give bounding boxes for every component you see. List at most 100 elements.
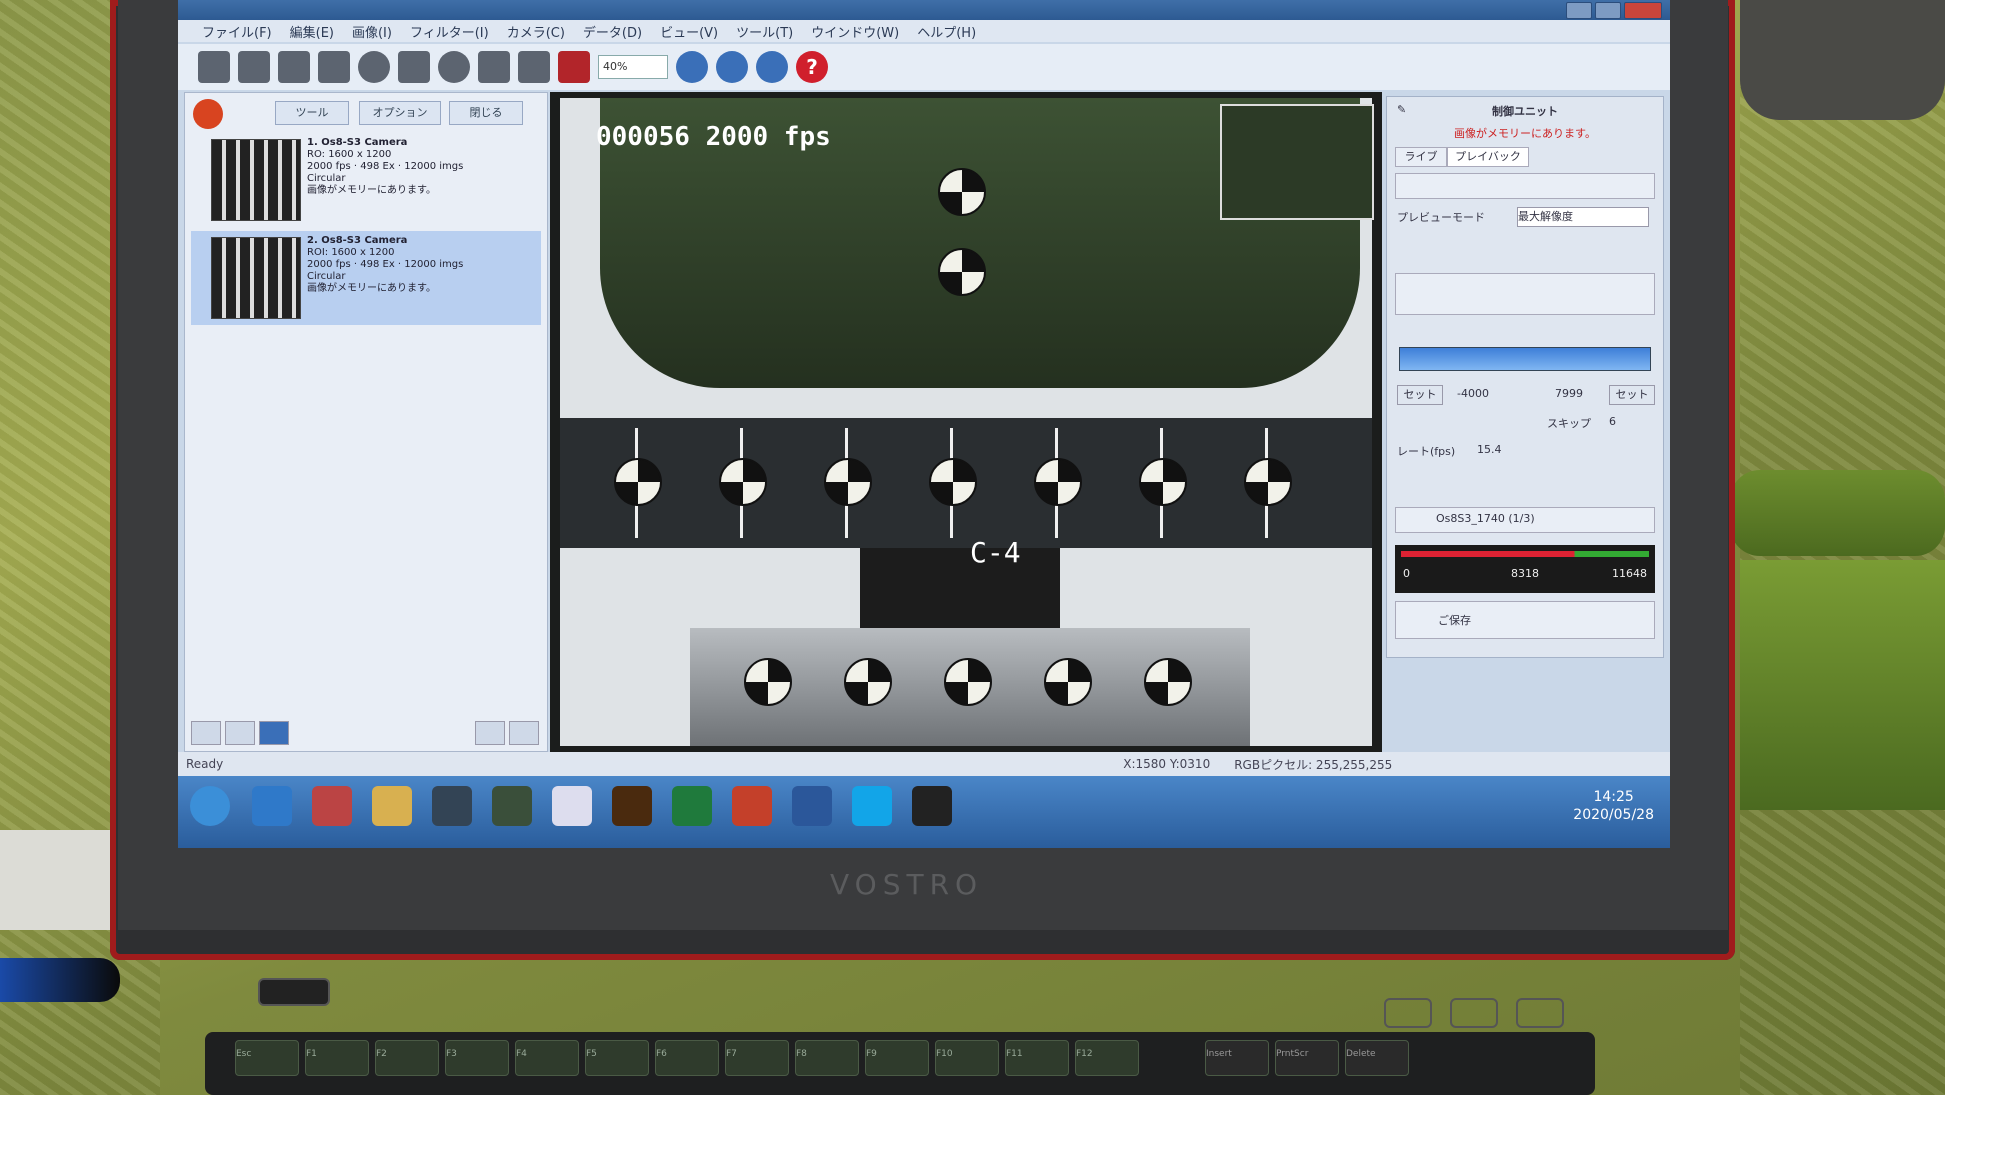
folder-icon[interactable] xyxy=(372,786,412,826)
illustrator-icon[interactable] xyxy=(612,786,652,826)
maximize-button[interactable] xyxy=(1595,2,1621,19)
close-button[interactable] xyxy=(1624,2,1662,19)
next-button[interactable] xyxy=(509,721,539,745)
camera-info: 画像がメモリーにあります。 xyxy=(307,185,436,196)
target-mark xyxy=(719,458,767,506)
menu-filter[interactable]: フィルター(I) xyxy=(410,22,489,41)
playback-controls[interactable] xyxy=(1395,173,1655,199)
record-button[interactable] xyxy=(193,99,223,129)
set-start-button[interactable]: セット xyxy=(1397,385,1443,405)
target-mark xyxy=(929,458,977,506)
key-f2[interactable]: F2 xyxy=(375,1040,439,1076)
target-mark xyxy=(1044,658,1092,706)
power-button[interactable] xyxy=(258,978,330,1006)
save-row[interactable]: ご保存 xyxy=(1395,601,1655,639)
menu-camera[interactable]: カメラ(C) xyxy=(507,22,565,41)
notepad-icon[interactable] xyxy=(552,786,592,826)
excel-icon[interactable] xyxy=(672,786,712,826)
camera-info: RO: 1600 x 1200 xyxy=(307,149,392,160)
camera-app-icon[interactable] xyxy=(432,786,472,826)
key-f5[interactable]: F5 xyxy=(585,1040,649,1076)
hw-button[interactable] xyxy=(1384,998,1432,1028)
zoom-in-icon[interactable] xyxy=(676,51,708,83)
set-end-button[interactable]: セット xyxy=(1609,385,1655,405)
camera-info: Circular xyxy=(307,173,346,184)
monitor-icon[interactable] xyxy=(492,786,532,826)
key-insert[interactable]: Insert xyxy=(1205,1040,1269,1076)
skip-value: 6 xyxy=(1609,415,1616,428)
disk-icon[interactable] xyxy=(358,51,390,83)
key-f1[interactable]: F1 xyxy=(305,1040,369,1076)
clock-time: 14:25 xyxy=(1593,789,1634,805)
menu-view[interactable]: ビュー(V) xyxy=(660,22,718,41)
menu-tools[interactable]: ツール(T) xyxy=(736,22,793,41)
target-mark xyxy=(1144,658,1192,706)
tools-icon[interactable] xyxy=(518,51,550,83)
frame-icon[interactable] xyxy=(478,51,510,83)
target-mark xyxy=(944,658,992,706)
key-delete[interactable]: Delete xyxy=(1345,1040,1409,1076)
camera-icon[interactable] xyxy=(198,51,230,83)
menu-window[interactable]: ウインドウ(W) xyxy=(811,22,899,41)
app-icon[interactable] xyxy=(312,786,352,826)
menu-help[interactable]: ヘルプ(H) xyxy=(917,22,976,41)
camera-info: 2000 fps · 498 Ex · 12000 imgs xyxy=(307,161,464,172)
hw-button[interactable] xyxy=(1450,998,1498,1028)
trigger-icon[interactable] xyxy=(318,51,350,83)
status-ready: Ready xyxy=(186,757,224,771)
options-button[interactable]: オプション xyxy=(359,101,441,125)
zoom-fit-icon[interactable] xyxy=(756,51,788,83)
recorder-icon[interactable] xyxy=(278,51,310,83)
grid-view-button[interactable] xyxy=(225,721,255,745)
key-f12[interactable]: F12 xyxy=(1075,1040,1139,1076)
prev-button[interactable] xyxy=(475,721,505,745)
zoom-select[interactable]: 40% xyxy=(598,55,668,79)
thumb-view-button[interactable] xyxy=(259,721,289,745)
key-f6[interactable]: F6 xyxy=(655,1040,719,1076)
camera-item-2[interactable]: 2. Os8-S3 Camera ROI: 1600 x 1200 2000 f… xyxy=(191,231,541,325)
key-f3[interactable]: F3 xyxy=(445,1040,509,1076)
target-mark xyxy=(1139,458,1187,506)
word-icon[interactable] xyxy=(792,786,832,826)
hw-button[interactable] xyxy=(1516,998,1564,1028)
key-f4[interactable]: F4 xyxy=(515,1040,579,1076)
help-icon[interactable]: ? xyxy=(796,51,828,83)
folder-icon[interactable] xyxy=(238,51,270,83)
key-prntscr[interactable]: PrntScr xyxy=(1275,1040,1339,1076)
save-icon[interactable] xyxy=(398,51,430,83)
frame-counter: 000056 2000 fps xyxy=(596,122,831,152)
key-f7[interactable]: F7 xyxy=(725,1040,789,1076)
key-f11[interactable]: F11 xyxy=(1005,1040,1069,1076)
menu-data[interactable]: データ(D) xyxy=(583,22,642,41)
minimize-button[interactable] xyxy=(1566,2,1592,19)
key-f8[interactable]: F8 xyxy=(795,1040,859,1076)
key-esc[interactable]: Esc xyxy=(235,1040,299,1076)
tools-button[interactable]: ツール xyxy=(275,101,349,125)
photo-background: ファイル(F) 編集(E) 画像(I) フィルター(I) カメラ(C) データ(… xyxy=(0,0,1945,1095)
video-viewer[interactable]: 000056 2000 fps C-4 xyxy=(550,92,1382,752)
camera-thumbnail xyxy=(211,237,301,319)
menu-edit[interactable]: 編集(E) xyxy=(290,22,334,41)
ie-icon[interactable] xyxy=(252,786,292,826)
support-post xyxy=(860,548,1060,638)
tab-playback[interactable]: プレイバック xyxy=(1447,147,1529,167)
key-f10[interactable]: F10 xyxy=(935,1040,999,1076)
zoom-out-icon[interactable] xyxy=(716,51,748,83)
list-view-button[interactable] xyxy=(191,721,221,745)
start-icon[interactable] xyxy=(190,786,230,826)
player-icon[interactable] xyxy=(912,786,952,826)
file-field[interactable]: Os8S3_1740 (1/3) xyxy=(1395,507,1655,533)
menu-file[interactable]: ファイル(F) xyxy=(202,22,272,41)
key-f9[interactable]: F9 xyxy=(865,1040,929,1076)
clock[interactable]: 14:25 2020/05/28 xyxy=(1573,788,1654,824)
frame-slider[interactable] xyxy=(1399,347,1651,371)
circle-icon[interactable] xyxy=(438,51,470,83)
skype-icon[interactable] xyxy=(852,786,892,826)
record-icon[interactable] xyxy=(558,51,590,83)
menu-image[interactable]: 画像(I) xyxy=(352,22,392,41)
close-panel-button[interactable]: 閉じる xyxy=(449,101,523,125)
preview-mode-select[interactable]: 最大解像度 xyxy=(1517,207,1649,227)
powerpoint-icon[interactable] xyxy=(732,786,772,826)
tab-live[interactable]: ライブ xyxy=(1395,147,1447,167)
camera-item-1[interactable]: 1. Os8-S3 Camera RO: 1600 x 1200 2000 fp… xyxy=(191,133,541,227)
